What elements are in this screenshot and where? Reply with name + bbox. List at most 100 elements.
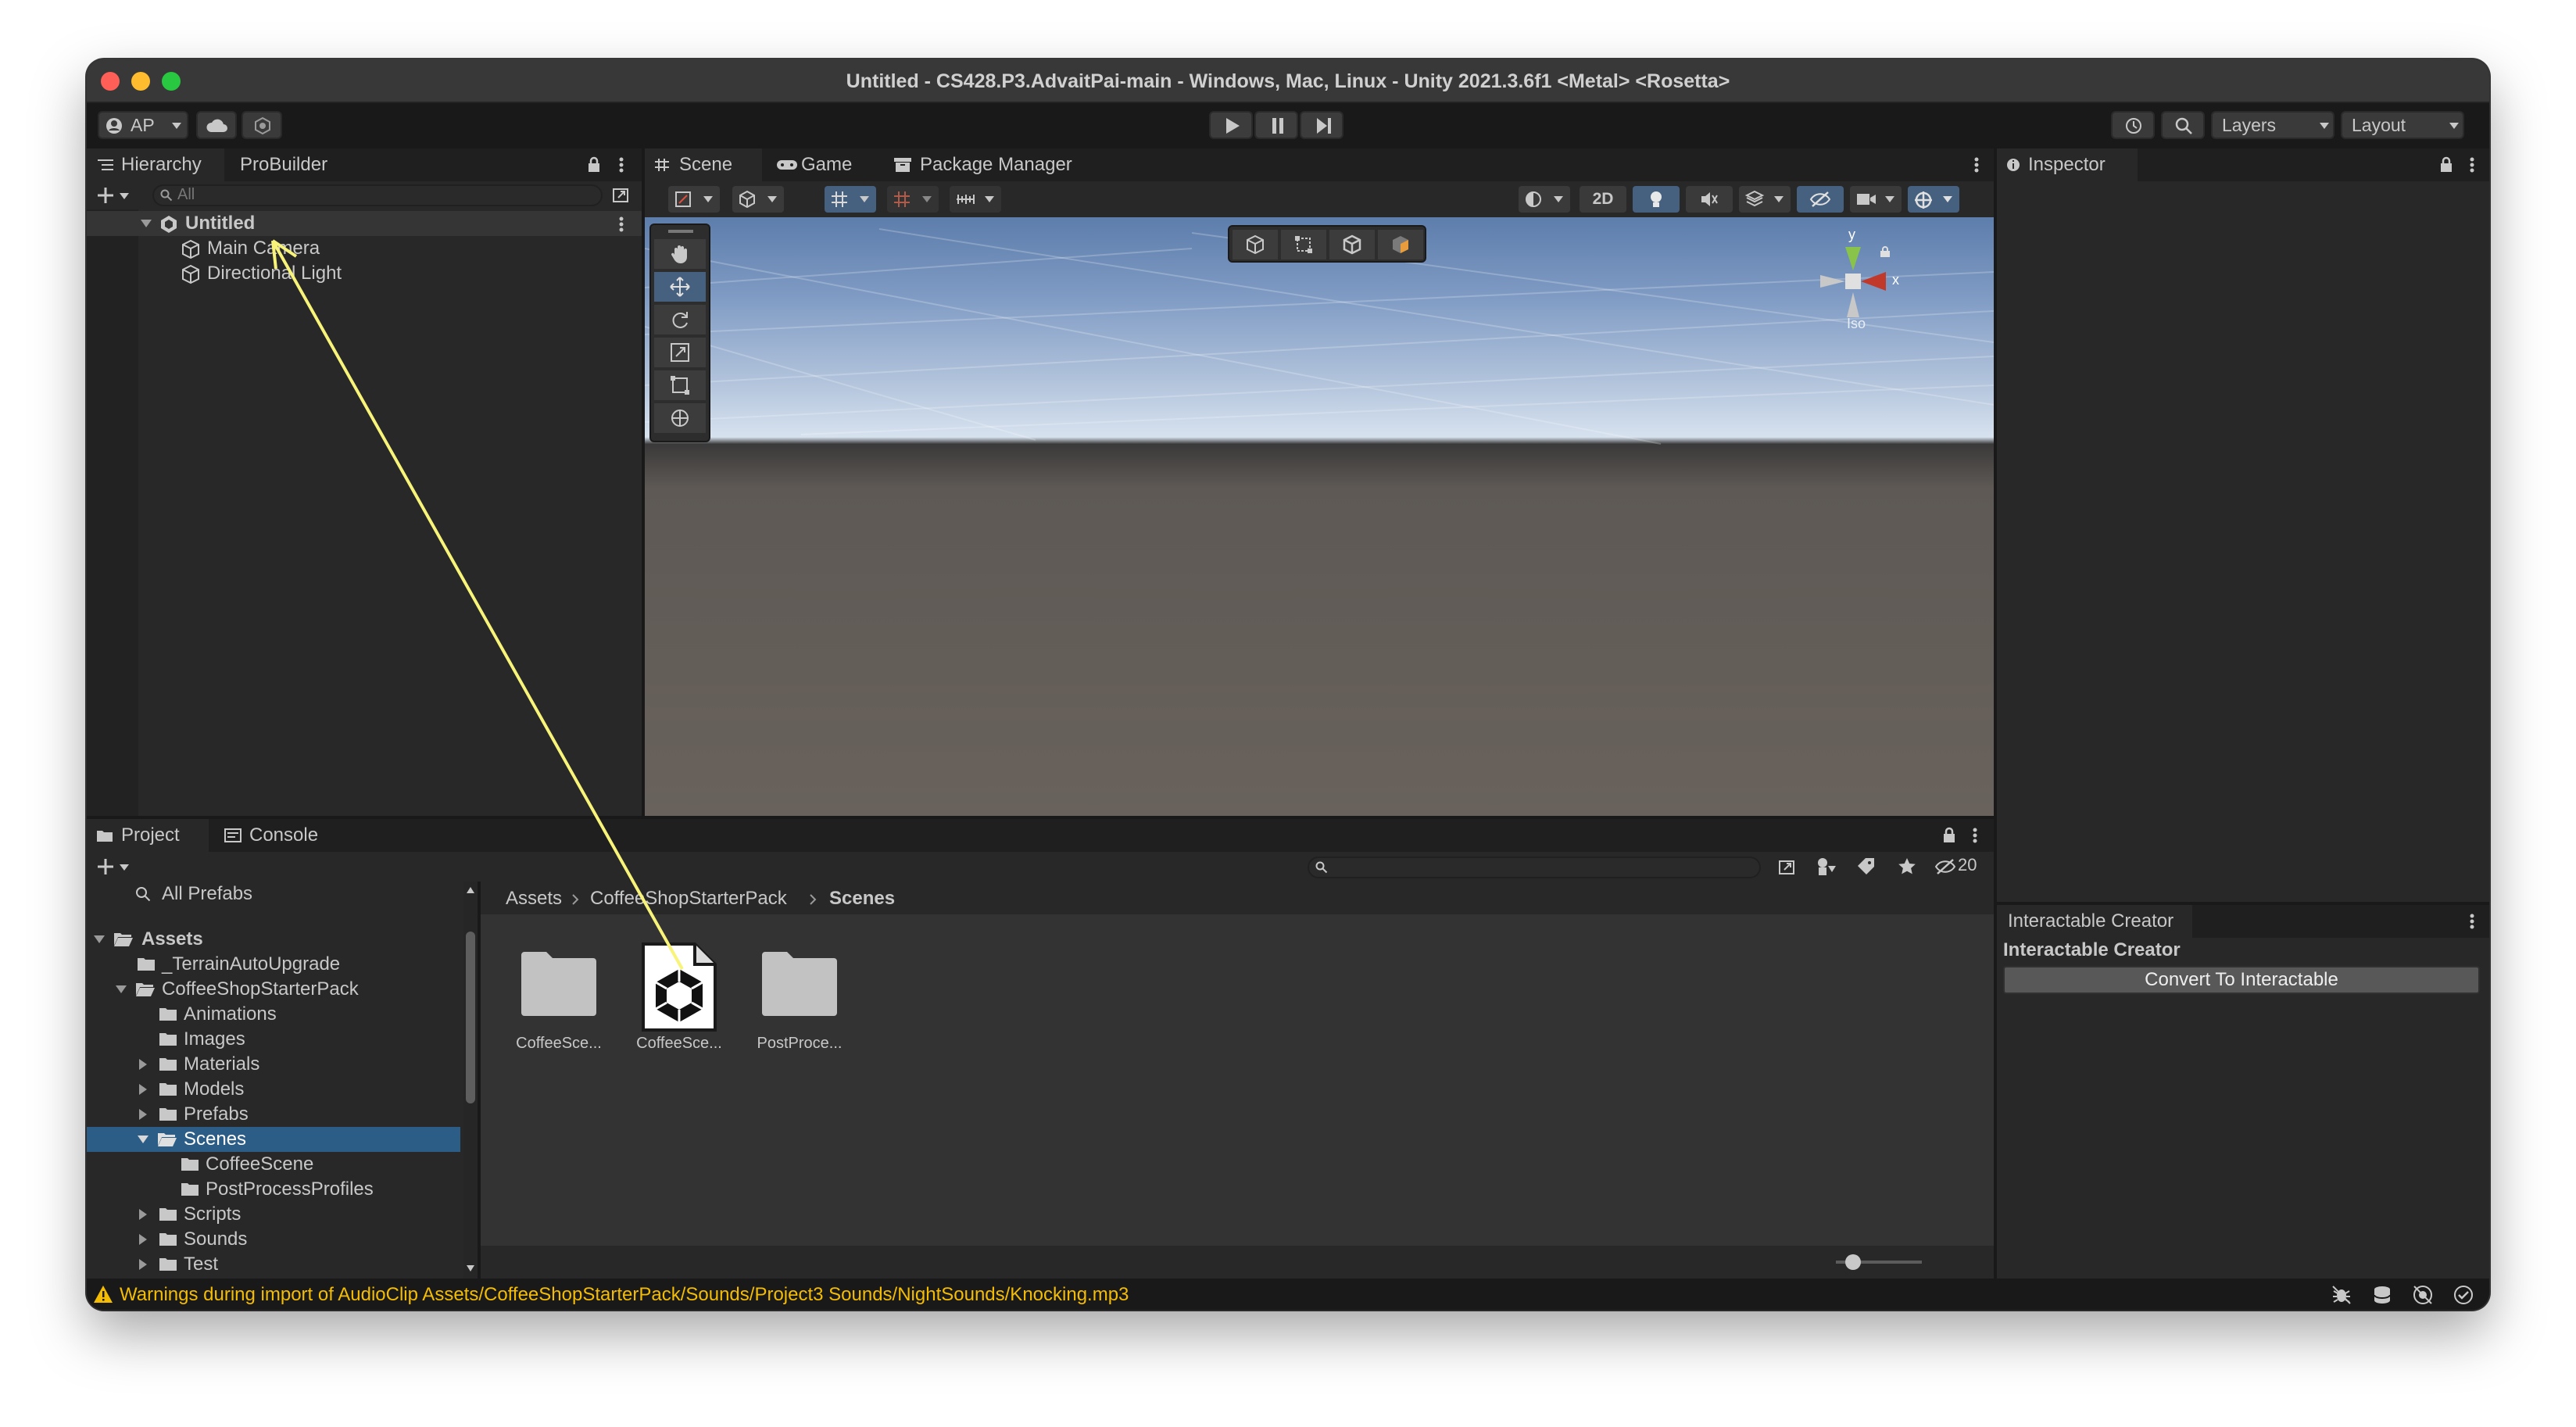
expand-arrow-icon[interactable]	[140, 219, 152, 228]
project-search-input[interactable]	[1308, 857, 1761, 878]
cloud-button[interactable]	[196, 111, 237, 139]
collapse-arrow-icon[interactable]	[138, 1108, 148, 1121]
scene-visibility-toggle[interactable]	[1797, 186, 1844, 213]
camera-settings-dropdown[interactable]	[1850, 186, 1902, 213]
more-options-icon[interactable]	[1973, 156, 1980, 173]
audio-toggle[interactable]	[1686, 186, 1733, 213]
search-by-type-icon[interactable]	[1778, 858, 1797, 877]
expand-arrow-icon[interactable]	[93, 935, 106, 944]
hierarchy-item-directional-light[interactable]: Directional Light	[87, 261, 642, 286]
scrollbar-thumb[interactable]	[466, 932, 475, 1103]
filter-by-type-icon[interactable]	[1816, 857, 1837, 877]
2d-mode-toggle[interactable]: 2D	[1580, 186, 1626, 213]
filter-by-label-icon[interactable]	[1856, 857, 1877, 877]
tree-row-coffee-shop-starter-pack[interactable]: CoffeeShopStarterPack	[87, 977, 462, 1002]
collab-button[interactable]	[242, 111, 282, 139]
breadcrumb-item[interactable]: Scenes	[829, 888, 895, 910]
favorites-all-prefabs[interactable]: All Prefabs	[87, 882, 478, 907]
more-options-icon[interactable]	[2469, 913, 2475, 930]
render-mode-dropdown[interactable]	[1519, 186, 1570, 213]
tree-row-coffee-scene[interactable]: CoffeeScene	[87, 1152, 462, 1177]
increment-snapping-toggle[interactable]	[887, 186, 939, 213]
tree-row-test[interactable]: Test	[87, 1252, 462, 1277]
tab-scene[interactable]: Scene	[645, 148, 762, 181]
more-options-icon[interactable]	[2469, 156, 2475, 173]
lock-icon[interactable]	[1942, 827, 1956, 844]
more-options-icon[interactable]	[618, 156, 624, 173]
tab-inspector[interactable]: Inspector	[1997, 148, 2138, 181]
lock-icon[interactable]	[587, 156, 601, 173]
projection-mode-label[interactable]: Iso	[1847, 316, 1866, 332]
collapse-arrow-icon[interactable]	[138, 1258, 148, 1271]
draw-mode-dropdown[interactable]	[668, 186, 720, 213]
zoom-slider-thumb[interactable]	[1845, 1254, 1861, 1270]
tab-interactable-creator[interactable]: Interactable Creator	[1997, 905, 2192, 938]
collapse-arrow-icon[interactable]	[138, 1208, 148, 1221]
scroll-down-icon[interactable]	[466, 1264, 475, 1272]
breadcrumb-item[interactable]: Assets	[506, 888, 562, 910]
expand-arrow-icon[interactable]	[115, 985, 127, 994]
scroll-up-icon[interactable]	[466, 886, 475, 894]
breadcrumb-item[interactable]: CoffeeShopStarterPack	[590, 888, 787, 910]
hand-tool-button[interactable]	[654, 239, 706, 269]
check-circle-icon[interactable]	[2453, 1285, 2474, 1305]
more-options-icon[interactable]	[618, 216, 624, 233]
orientation-gizmo[interactable]: y x Iso	[1798, 222, 1916, 339]
create-add-icon[interactable]	[96, 857, 131, 876]
expand-arrow-icon[interactable]	[137, 1135, 149, 1144]
ruler-toggle[interactable]	[950, 186, 1001, 213]
collapse-arrow-icon[interactable]	[138, 1233, 148, 1246]
convert-to-interactable-button[interactable]: Convert To Interactable	[2003, 966, 2480, 994]
tree-row-sounds[interactable]: Sounds	[87, 1227, 462, 1252]
favorites-star-icon[interactable]	[1897, 857, 1917, 877]
tab-package-manager[interactable]: Package Manager	[884, 148, 1111, 181]
search-button[interactable]	[2161, 111, 2205, 139]
tree-row-images[interactable]: Images	[87, 1027, 462, 1052]
hierarchy-search-input[interactable]: All	[152, 184, 603, 206]
tree-scrollbar[interactable]	[463, 882, 478, 1279]
transform-tool-button[interactable]	[654, 403, 706, 433]
tab-probuilder[interactable]: ProBuilder	[229, 148, 367, 181]
tree-row-models[interactable]: Models	[87, 1077, 462, 1102]
object-mode-button[interactable]	[1233, 230, 1278, 259]
more-options-icon[interactable]	[1972, 827, 1978, 844]
asset-item-coffee-scene-unity[interactable]: CoffeeSce...	[624, 942, 734, 1075]
palette-drag-handle[interactable]	[668, 230, 693, 233]
status-message[interactable]: Warnings during import of AudioClip Asse…	[120, 1284, 1129, 1306]
tree-row-materials[interactable]: Materials	[87, 1052, 462, 1077]
layers-dropdown[interactable]: Layers	[2211, 111, 2334, 139]
layout-dropdown[interactable]: Layout	[2341, 111, 2464, 139]
tree-row-animations[interactable]: Animations	[87, 1002, 462, 1027]
tree-row-scenes[interactable]: Scenes	[87, 1127, 460, 1152]
gizmos-dropdown[interactable]	[1908, 186, 1959, 213]
tree-row-scripts[interactable]: Scripts	[87, 1202, 462, 1227]
collapse-arrow-icon[interactable]	[138, 1058, 148, 1071]
tree-row-terrain-auto-upgrade[interactable]: _TerrainAutoUpgrade	[87, 952, 462, 977]
vertex-mode-button[interactable]	[1281, 230, 1326, 259]
tab-hierarchy[interactable]: Hierarchy	[87, 148, 224, 181]
effects-dropdown[interactable]	[1739, 186, 1791, 213]
tree-row-post-process-profiles[interactable]: PostProcessProfiles	[87, 1177, 462, 1202]
tab-console[interactable]: Console	[215, 819, 348, 852]
pause-button[interactable]	[1254, 111, 1298, 139]
scene-visibility-icon[interactable]	[612, 186, 631, 205]
play-button[interactable]	[1209, 111, 1253, 139]
shading-mode-dropdown[interactable]	[732, 186, 784, 213]
hidden-packages-icon[interactable]	[1934, 858, 1956, 875]
lighting-toggle[interactable]	[1633, 186, 1680, 213]
collapse-arrow-icon[interactable]	[138, 1083, 148, 1096]
scene-viewport-ground[interactable]	[645, 444, 1994, 816]
edge-mode-button[interactable]	[1329, 230, 1375, 259]
step-button[interactable]	[1300, 111, 1343, 139]
cache-server-icon[interactable]	[2372, 1285, 2392, 1305]
lock-icon[interactable]	[2439, 156, 2453, 173]
account-dropdown[interactable]: AP	[98, 111, 188, 139]
scene-row-untitled[interactable]: Untitled	[87, 211, 642, 236]
scale-tool-button[interactable]	[654, 338, 706, 367]
tab-game[interactable]: Game	[768, 148, 878, 181]
asset-item-post-process-folder[interactable]: PostProce...	[745, 942, 854, 1075]
progress-off-icon[interactable]	[2413, 1285, 2433, 1305]
hierarchy-item-main-camera[interactable]: Main Camera	[87, 236, 642, 261]
tree-row-prefabs[interactable]: Prefabs	[87, 1102, 462, 1127]
gizmo-lock-icon[interactable]	[1880, 245, 1891, 258]
